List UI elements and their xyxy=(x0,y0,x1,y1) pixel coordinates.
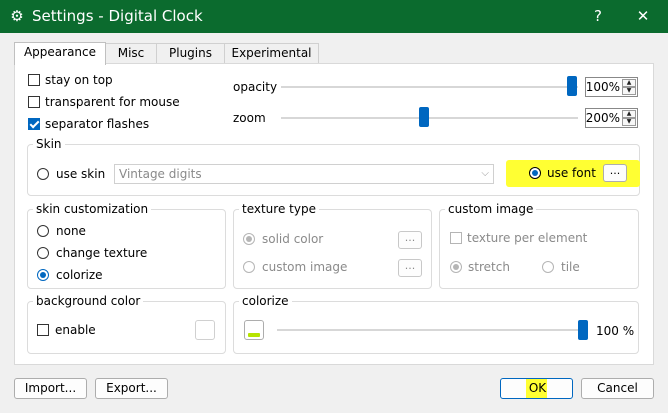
stay-on-top-label: stay on top xyxy=(45,73,113,87)
use-skin-radio[interactable] xyxy=(37,168,49,180)
zoom-down-icon[interactable]: ▼ xyxy=(622,118,636,126)
texture-type-group xyxy=(233,209,432,289)
font-select-button[interactable]: ... xyxy=(603,164,627,182)
tab-misc[interactable]: Misc xyxy=(105,43,157,64)
stretch-label: stretch xyxy=(468,260,510,274)
chevron-down-icon: ⌵ xyxy=(481,168,489,179)
transparent-for-mouse-checkbox[interactable] xyxy=(28,96,40,108)
custom-image-button[interactable]: ... xyxy=(398,259,422,277)
cancel-button[interactable]: Cancel xyxy=(581,378,654,399)
separator-flashes-checkbox[interactable] xyxy=(28,118,40,130)
zoom-slider-track xyxy=(281,117,578,119)
help-button[interactable]: ? xyxy=(575,0,621,33)
colorize-color-swatch[interactable] xyxy=(244,320,264,340)
none-label: none xyxy=(56,224,86,238)
tile-label: tile xyxy=(561,260,580,274)
opacity-up-icon[interactable]: ▲ xyxy=(622,79,636,87)
colorize-radio[interactable] xyxy=(37,269,49,281)
texture-type-label: texture type xyxy=(239,202,319,216)
background-color-label: background color xyxy=(33,294,144,308)
zoom-up-icon[interactable]: ▲ xyxy=(622,110,636,118)
colorize-label: colorize xyxy=(56,268,103,282)
use-font-label: use font xyxy=(547,166,596,180)
custom-image-group-label: custom image xyxy=(445,202,537,216)
tab-appearance[interactable]: Appearance xyxy=(14,42,106,65)
opacity-down-icon[interactable]: ▼ xyxy=(622,87,636,95)
color-swatch-bar xyxy=(248,333,260,337)
zoom-label: zoom xyxy=(233,111,266,125)
opacity-spinbox[interactable]: 100% ▲ ▼ xyxy=(585,77,638,97)
background-enable-label: enable xyxy=(55,323,96,337)
stretch-radio[interactable] xyxy=(450,261,462,273)
solid-color-radio[interactable] xyxy=(243,233,255,245)
tab-strip: Appearance Misc Plugins Experimental xyxy=(14,42,654,65)
skin-customization-label: skin customization xyxy=(33,202,152,216)
skin-group-label: Skin xyxy=(33,137,65,151)
tile-radio[interactable] xyxy=(542,261,554,273)
background-color-picker[interactable] xyxy=(195,320,215,340)
tab-experimental[interactable]: Experimental xyxy=(224,43,319,64)
colorize-slider-track xyxy=(277,329,585,331)
ok-button[interactable]: OK xyxy=(500,378,573,399)
title-bar: ⚙ Settings - Digital Clock ? ✕ xyxy=(0,0,668,33)
use-font-radio[interactable] xyxy=(529,167,541,179)
tab-plugins[interactable]: Plugins xyxy=(156,43,225,64)
separator-flashes-label: separator flashes xyxy=(45,117,150,131)
use-skin-label: use skin xyxy=(56,167,106,181)
zoom-value: 200% xyxy=(585,111,620,125)
zoom-slider-thumb[interactable] xyxy=(419,107,429,127)
gear-icon: ⚙ xyxy=(10,7,24,25)
solid-color-button[interactable]: ... xyxy=(398,231,422,249)
none-radio[interactable] xyxy=(37,225,49,237)
change-texture-radio[interactable] xyxy=(37,247,49,259)
zoom-spinbox[interactable]: 200% ▲ ▼ xyxy=(585,108,638,128)
stay-on-top-checkbox[interactable] xyxy=(28,74,40,86)
transparent-for-mouse-label: transparent for mouse xyxy=(45,95,180,109)
colorize-slider-thumb[interactable] xyxy=(578,320,588,340)
texture-per-element-checkbox[interactable] xyxy=(450,232,462,244)
window-title: Settings - Digital Clock xyxy=(32,7,203,25)
ok-label: OK xyxy=(525,379,548,398)
custom-image-group xyxy=(439,209,639,289)
solid-color-label: solid color xyxy=(262,232,324,246)
export-button[interactable]: Export... xyxy=(95,378,168,399)
colorize-value: 100 % xyxy=(596,324,635,338)
opacity-label: opacity xyxy=(233,80,278,94)
opacity-value: 100% xyxy=(585,80,620,94)
custom-image-label: custom image xyxy=(262,260,348,274)
import-button[interactable]: Import... xyxy=(14,378,87,399)
opacity-slider-track xyxy=(281,86,578,88)
opacity-slider-thumb[interactable] xyxy=(567,76,577,96)
texture-per-element-label: texture per element xyxy=(467,231,588,245)
change-texture-label: change texture xyxy=(56,246,148,260)
skin-combo-value: Vintage digits xyxy=(119,167,202,181)
colorize-group-label: colorize xyxy=(239,294,292,308)
background-enable-checkbox[interactable] xyxy=(37,324,49,336)
skin-combobox[interactable]: Vintage digits ⌵ xyxy=(114,164,494,184)
close-button[interactable]: ✕ xyxy=(620,0,666,33)
custom-image-radio[interactable] xyxy=(243,261,255,273)
